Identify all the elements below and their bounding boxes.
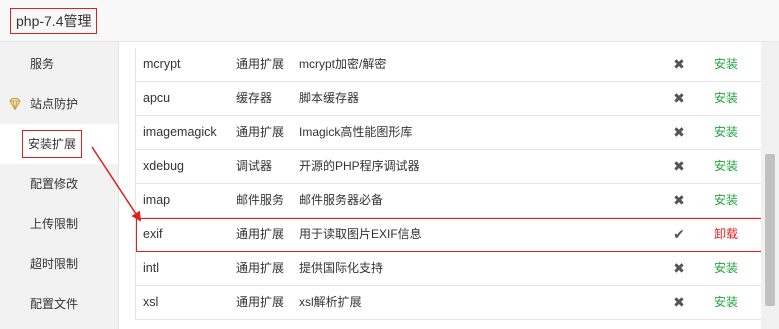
table-row: mcrypt 通用扩展 mcrypt加密/解密 ✖ 安装 xyxy=(136,48,764,82)
extension-name: intl xyxy=(143,261,159,275)
table-row: xdebug 调试器 开源的PHP程序调试器 ✖ 安装 xyxy=(136,150,764,184)
extension-name: imap xyxy=(143,193,171,207)
sidebar-item-install-extensions[interactable]: 安装扩展 xyxy=(0,124,118,164)
cross-icon: ✖ xyxy=(673,158,685,174)
extension-name: xsl xyxy=(143,295,159,309)
extension-type: 邮件服务 xyxy=(236,193,285,207)
sidebar-item-label: 配置修改 xyxy=(30,177,79,191)
uninstall-button[interactable]: 卸载 xyxy=(714,218,738,251)
extension-description: 提供国际化支持 xyxy=(299,261,384,275)
sidebar-item-label: 安装扩展 xyxy=(22,130,83,158)
table-row: imap 邮件服务 邮件服务器必备 ✖ 安装 xyxy=(136,184,764,218)
check-icon: ✔ xyxy=(673,226,685,242)
sidebar-item-service[interactable]: 服务 xyxy=(0,44,118,84)
sidebar-item-label: 配置文件 xyxy=(30,297,79,311)
install-button[interactable]: 安装 xyxy=(714,82,738,115)
extension-type: 调试器 xyxy=(236,159,273,173)
install-button[interactable]: 安装 xyxy=(714,150,738,183)
extension-description: xsl解析扩展 xyxy=(299,295,362,309)
cross-icon: ✖ xyxy=(673,294,685,310)
extension-type: 缓存器 xyxy=(236,91,273,105)
table-row: xsl 通用扩展 xsl解析扩展 ✖ 安装 xyxy=(136,286,764,320)
cross-icon: ✖ xyxy=(673,192,685,208)
cross-icon: ✖ xyxy=(673,90,685,106)
sidebar-item-site-protection[interactable]: 站点防护 xyxy=(0,84,118,124)
scrollbar-thumb[interactable] xyxy=(765,154,775,306)
extension-type: 通用扩展 xyxy=(236,57,285,71)
install-button[interactable]: 安装 xyxy=(714,252,738,285)
window-title: php-7.4管理 xyxy=(10,8,98,34)
extension-name: apcu xyxy=(143,91,171,105)
install-button[interactable]: 安装 xyxy=(714,48,738,81)
vertical-scrollbar[interactable] xyxy=(761,42,779,329)
sidebar-item-label: 服务 xyxy=(30,57,55,71)
table-row: imagemagick 通用扩展 Imagick高性能图形库 ✖ 安装 xyxy=(136,116,764,150)
install-button[interactable]: 安装 xyxy=(714,116,738,149)
extension-type: 通用扩展 xyxy=(236,125,285,139)
table-row-highlighted: exif 通用扩展 用于读取图片EXIF信息 ✔ 卸载 xyxy=(136,218,764,252)
extension-panel: mcrypt 通用扩展 mcrypt加密/解密 ✖ 安装 apcu 缓存器 脚本… xyxy=(118,42,779,329)
extension-table: mcrypt 通用扩展 mcrypt加密/解密 ✖ 安装 apcu 缓存器 脚本… xyxy=(135,48,765,320)
extension-description: Imagick高性能图形库 xyxy=(299,125,413,139)
extension-name: exif xyxy=(143,227,163,241)
extension-description: 开源的PHP程序调试器 xyxy=(299,159,420,173)
sidebar-item-label: 超时限制 xyxy=(30,257,79,271)
sidebar-item-timeout-limit[interactable]: 超时限制 xyxy=(0,244,118,284)
install-button[interactable]: 安装 xyxy=(714,184,738,217)
extension-type: 通用扩展 xyxy=(236,295,285,309)
extension-name: xdebug xyxy=(143,159,185,173)
title-bar: php-7.4管理 xyxy=(0,0,779,42)
cross-icon: ✖ xyxy=(673,260,685,276)
extension-type: 通用扩展 xyxy=(236,261,285,275)
extension-name: imagemagick xyxy=(143,125,217,139)
diamond-shield-icon xyxy=(9,98,21,111)
extension-description: mcrypt加密/解密 xyxy=(299,57,387,71)
extension-type: 通用扩展 xyxy=(236,227,285,241)
extension-description: 脚本缓存器 xyxy=(299,91,360,105)
table-row: intl 通用扩展 提供国际化支持 ✖ 安装 xyxy=(136,252,764,286)
sidebar: 服务 站点防护 安装扩展 配置修改 上传限制 超时限制 配置文件 xyxy=(0,42,118,329)
extension-description: 邮件服务器必备 xyxy=(299,193,384,207)
cross-icon: ✖ xyxy=(673,124,685,140)
sidebar-item-upload-limit[interactable]: 上传限制 xyxy=(0,204,118,244)
extension-description: 用于读取图片EXIF信息 xyxy=(299,227,422,241)
sidebar-item-config-edit[interactable]: 配置修改 xyxy=(0,164,118,204)
table-row: apcu 缓存器 脚本缓存器 ✖ 安装 xyxy=(136,82,764,116)
extension-name: mcrypt xyxy=(143,57,181,71)
sidebar-item-config-file[interactable]: 配置文件 xyxy=(0,284,118,324)
install-button[interactable]: 安装 xyxy=(714,286,738,319)
sidebar-item-label: 站点防护 xyxy=(30,97,79,111)
sidebar-item-label: 上传限制 xyxy=(30,217,79,231)
cross-icon: ✖ xyxy=(673,56,685,72)
